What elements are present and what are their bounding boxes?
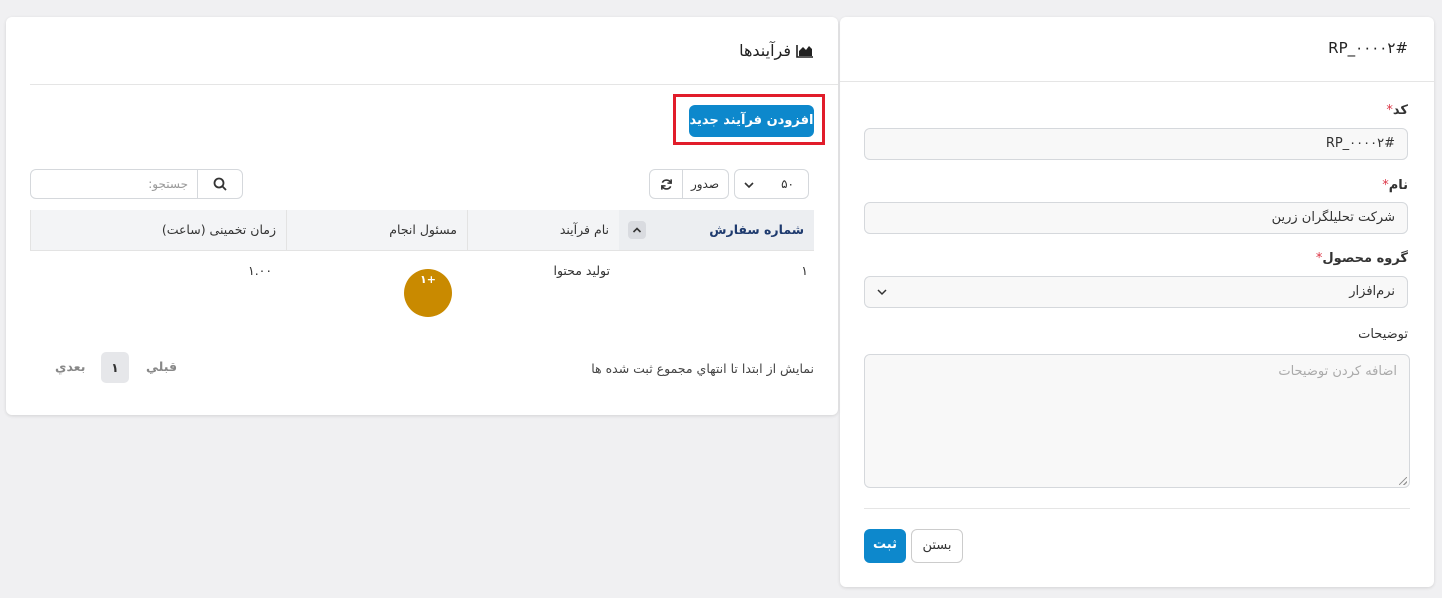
column-header-estimated-time[interactable]: زمان تخمینی (ساعت) [30,210,286,250]
avatar[interactable]: ۱+ [404,269,452,317]
code-label: کد* [1383,103,1408,118]
avatar-count: ۱+ [420,273,436,286]
resize-handle-icon[interactable] [1399,477,1407,485]
product-group-label-text: گروه محصول [1322,251,1408,266]
description-label: توضیحات [1358,327,1408,342]
pagination-previous[interactable]: قبلي [146,359,177,374]
search-button[interactable] [197,170,242,198]
cell-process-name: تولید محتوا [553,263,610,278]
chart-area-icon [796,44,813,58]
name-value: شرکت تحلیلگران زرین [1271,210,1395,225]
search-input[interactable] [31,170,198,198]
processes-heading: فرآیندها [739,41,814,60]
page-size-value: ۵۰ [781,177,794,191]
form-divider [864,508,1410,509]
page-size-select[interactable]: ۵۰ [734,169,809,199]
pagination-next[interactable]: بعدي [55,359,85,374]
name-label: نام* [1379,178,1408,193]
refresh-icon [660,178,672,190]
export-group: صدور [649,169,729,199]
form-header: RP_۰۰۰۰۲# [840,17,1434,82]
code-field[interactable]: RP_۰۰۰۰۲# [864,128,1408,160]
description-textarea[interactable]: اضافه کردن توضیحات [864,354,1410,488]
code-value: RP_۰۰۰۰۲# [1325,136,1395,151]
pagination-page-1[interactable]: ۱ [101,352,129,383]
search-box [30,169,243,199]
processes-card: فرآیندها افزودن فرآیند جدید ۵۰ صدور [6,17,838,415]
refresh-button[interactable] [650,170,683,198]
processes-title: فرآیندها [739,41,791,60]
close-button[interactable]: بستن [911,529,963,563]
sort-toggle[interactable] [628,221,646,239]
name-field[interactable]: شرکت تحلیلگران زرین [864,202,1408,234]
header-divider [30,84,838,85]
add-process-button[interactable]: افزودن فرآیند جدید [689,105,814,137]
record-form-card: RP_۰۰۰۰۲# کد* RP_۰۰۰۰۲# نام* شرکت تحلیلگ… [840,17,1434,587]
chevron-up-icon [632,227,642,233]
chevron-down-icon [744,182,754,189]
product-group-label: گروه محصول* [1313,251,1408,266]
code-label-text: کد [1392,103,1408,118]
column-header-label: نام فرآیند [559,222,609,237]
cell-order-number: ۱ [801,263,808,278]
table-info: نمايش از ابتدا تا انتهاي مجموع ثبت شده ه… [591,361,814,376]
cell-estimated-time: ۱.۰۰ [248,263,273,278]
product-group-value: نرم‌افزار [1349,284,1395,299]
export-button[interactable]: صدور [682,170,728,198]
column-header-order-number[interactable]: شماره سفارش [619,210,814,250]
form-title: RP_۰۰۰۰۲# [1328,39,1408,57]
column-header-responsible[interactable]: مسئول انجام [286,210,467,250]
product-group-select[interactable]: نرم‌افزار [864,276,1408,308]
chevron-down-icon [877,289,887,296]
submit-button[interactable]: ثبت [864,529,906,563]
column-header-label: زمان تخمینی (ساعت) [161,222,276,237]
column-header-label: مسئول انجام [389,222,457,237]
column-header-label: شماره سفارش [709,222,804,237]
search-icon [213,177,227,191]
column-header-process-name[interactable]: نام فرآیند [467,210,619,250]
name-label-text: نام [1388,178,1408,193]
table-header: شماره سفارش نام فرآیند مسئول انجام زمان … [30,210,814,251]
description-placeholder: اضافه کردن توضیحات [1278,364,1397,379]
